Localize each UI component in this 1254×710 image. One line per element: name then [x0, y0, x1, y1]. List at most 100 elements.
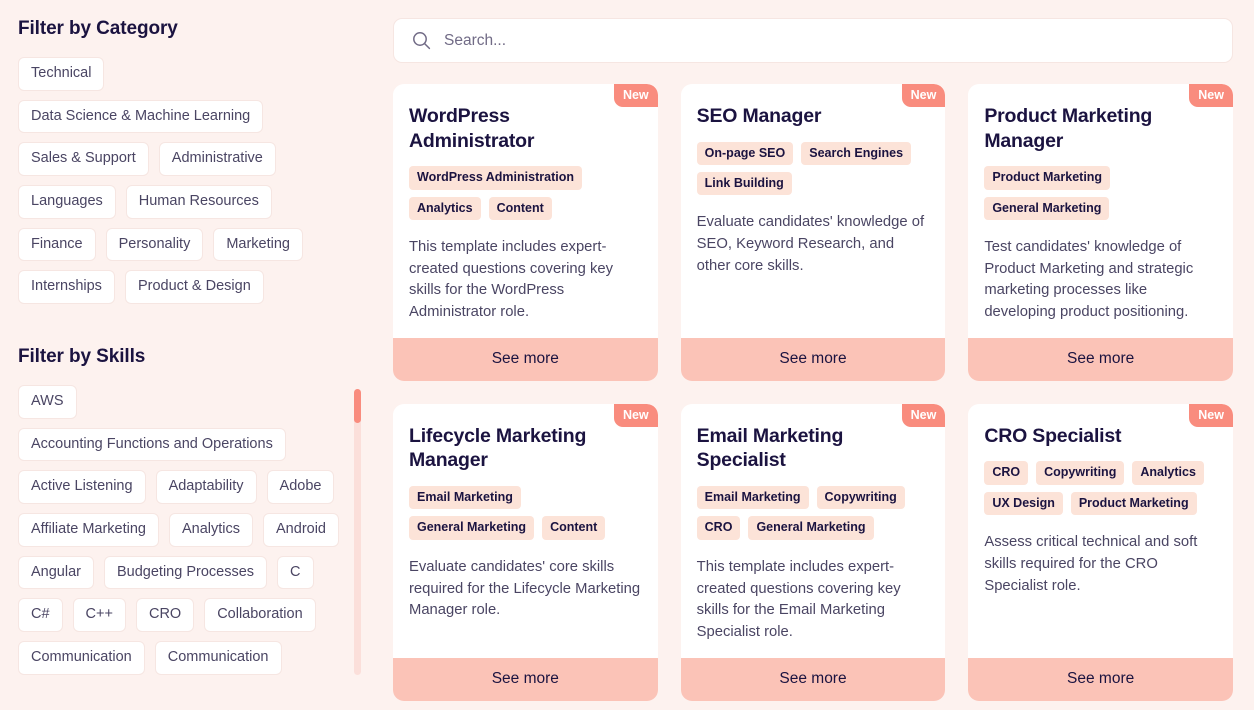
skill-filter-chip[interactable]: Collaboration — [204, 598, 316, 633]
card-title: CRO Specialist — [984, 424, 1122, 447]
category-filter-chip[interactable]: Sales & Support — [18, 142, 149, 177]
new-badge: New — [613, 403, 658, 427]
category-filter-chip[interactable]: Finance — [18, 227, 96, 262]
templates-main-content: NewWordPress AdministratorWordPress Admi… — [380, 0, 1254, 710]
template-tag: Content — [488, 196, 552, 220]
skills-filter-list: AWS Accounting Functions and Operations Ac… — [18, 385, 340, 675]
skill-filter-chip[interactable]: Adaptability — [155, 470, 257, 505]
template-tag: Email Marketing — [696, 486, 809, 510]
skill-filter-chip[interactable]: C++ — [72, 598, 126, 633]
skill-filter-chip[interactable]: Communication — [18, 641, 145, 675]
see-more-button[interactable]: See more — [680, 337, 946, 381]
template-tag: Copywriting — [816, 486, 905, 510]
card-title: WordPress Administrator — [409, 105, 535, 152]
category-filter-chip[interactable]: Languages — [18, 185, 116, 219]
see-more-button[interactable]: See more — [393, 657, 658, 701]
skill-filter-chip[interactable]: Communication — [154, 641, 282, 675]
skill-filter-chip[interactable]: Angular — [18, 555, 94, 590]
search-bar[interactable] — [393, 18, 1233, 63]
skill-filter-chip[interactable]: Analytics — [168, 513, 254, 547]
card-body: Product Marketing Manager Product Marketi… — [968, 84, 1233, 338]
category-filter-chip[interactable]: Personality — [105, 227, 204, 262]
template-card[interactable]: New Product Marketing Manager Product Mark… — [968, 84, 1233, 381]
template-tag: On-page SEO — [696, 141, 794, 165]
skill-filter-chip[interactable]: CRO — [135, 598, 195, 633]
skills-scrollbar-thumb[interactable] — [354, 389, 361, 424]
card-body: Email Marketing Specialist Email Marketin… — [681, 404, 946, 658]
card-title: SEO Manager — [696, 105, 822, 127]
search-input[interactable] — [444, 31, 1214, 50]
card-tag-row: Email Marketing General Marketing Content — [409, 486, 642, 540]
card-title: Lifecycle Marketing Manager — [409, 424, 587, 472]
template-tag: Analytics — [1132, 461, 1204, 485]
template-tag: Product Marketing — [1070, 491, 1197, 516]
card-title: Product Marketing Manager — [984, 105, 1153, 152]
template-card[interactable]: New SEO Manager On-page SEO Search Engines L… — [680, 84, 946, 381]
card-description: Evaluate candidates' knowledge of SEO, K… — [696, 214, 925, 274]
template-tag: Link Building — [696, 171, 792, 196]
template-card-grid: New WordPress Administrator WordPress Admi… — [393, 84, 1233, 701]
template-card[interactable]: New Lifecycle Marketing Manager Email Mark… — [393, 403, 658, 701]
template-tag: CRO — [984, 461, 1029, 485]
category-filter-chip[interactable]: Data Science & Machine Learning — [18, 99, 264, 134]
card-tag-row: Email Marketing Copywriting CRO General Mar… — [696, 486, 930, 540]
new-badge: New — [901, 84, 946, 107]
new-badge: New — [1189, 84, 1233, 107]
card-description: This template includes expert-created qu… — [409, 238, 613, 321]
see-more-button[interactable]: See more — [968, 337, 1233, 381]
new-badge: New — [1189, 403, 1233, 427]
skill-filter-chip[interactable]: Affiliate Marketing — [18, 513, 159, 547]
template-tag: General Marketing — [748, 516, 874, 540]
template-card[interactable]: New CRO Specialist CRO Copywriting Analytics… — [968, 403, 1233, 701]
filters-sidebar: Filter by Category Technical Data Science… — [0, 0, 380, 710]
card-body: WordPress Administrator WordPress Adminis… — [393, 84, 658, 338]
skill-filter-chip[interactable]: Active Listening — [18, 470, 146, 505]
skill-filter-chip[interactable]: Budgeting Processes — [103, 555, 268, 590]
template-tag: General Marketing — [409, 516, 535, 540]
skill-filter-chip[interactable]: Accounting Functions and Operations — [18, 427, 286, 462]
card-body: SEO Manager On-page SEO Search Engines Link… — [681, 84, 946, 338]
template-tag: Email Marketing — [409, 486, 521, 510]
card-tag-row: WordPress Administration Analytics Content — [409, 166, 642, 220]
search-icon — [412, 31, 431, 50]
template-tag: Copywriting — [1036, 461, 1125, 485]
skill-filter-chip[interactable]: Adobe — [266, 470, 335, 505]
template-tag: Content — [542, 516, 606, 540]
skill-filter-chip[interactable]: Android — [263, 513, 339, 547]
filter-by-skills-heading: Filter by Skills — [18, 346, 146, 368]
skill-filter-chip[interactable]: C# — [18, 598, 63, 633]
card-body: Lifecycle Marketing Manager Email Marketi… — [393, 404, 658, 658]
category-filter-chip[interactable]: Administrative — [158, 142, 276, 177]
card-description: Evaluate candidates' core skills require… — [409, 558, 641, 619]
category-filter-chip[interactable]: Human Resources — [125, 185, 272, 219]
card-description: This template includes expert-created qu… — [696, 558, 901, 640]
see-more-button[interactable]: See more — [968, 657, 1233, 701]
category-filter-list: Technical Data Science & Machine Learning… — [18, 57, 340, 305]
card-description: Assess critical technical and soft skill… — [984, 534, 1198, 594]
new-badge: New — [613, 84, 658, 107]
template-tag: UX Design — [984, 491, 1063, 516]
see-more-button[interactable]: See more — [393, 337, 658, 381]
category-filter-chip[interactable]: Product & Design — [124, 270, 264, 305]
template-tag: WordPress Administration — [409, 166, 582, 190]
skill-filter-chip[interactable]: AWS — [18, 385, 77, 419]
category-filter-chip[interactable]: Technical — [18, 57, 105, 91]
category-filter-chip[interactable]: Internships — [18, 270, 115, 305]
card-body: CRO Specialist CRO Copywriting Analytics UX … — [968, 404, 1233, 658]
template-tag: Product Marketing — [984, 166, 1111, 190]
template-card[interactable]: New Email Marketing Specialist Email Marke… — [680, 403, 946, 701]
card-tag-row: CRO Copywriting Analytics UX Design Product … — [984, 461, 1217, 516]
card-title: Email Marketing Specialist — [696, 424, 844, 472]
skills-scroll-area: AWS Accounting Functions and Operations Ac… — [18, 385, 380, 676]
template-tag: General Marketing — [984, 196, 1110, 220]
see-more-button[interactable]: See more — [680, 657, 946, 701]
category-filter-chip[interactable]: Marketing — [213, 227, 303, 262]
skills-scrollbar[interactable] — [354, 389, 361, 676]
new-badge: New — [901, 403, 946, 427]
template-tag: Search Engines — [801, 141, 912, 165]
template-card[interactable]: New WordPress Administrator WordPress Admi… — [393, 84, 658, 381]
skills-filter-block: Filter by Skills AWS Accounting Functions… — [18, 346, 380, 676]
skill-filter-chip[interactable]: C — [277, 555, 314, 590]
templates-browser-page: Filter by Category Technical Data Science… — [0, 0, 1254, 710]
card-tag-row: Product Marketing General Marketing — [984, 166, 1217, 220]
